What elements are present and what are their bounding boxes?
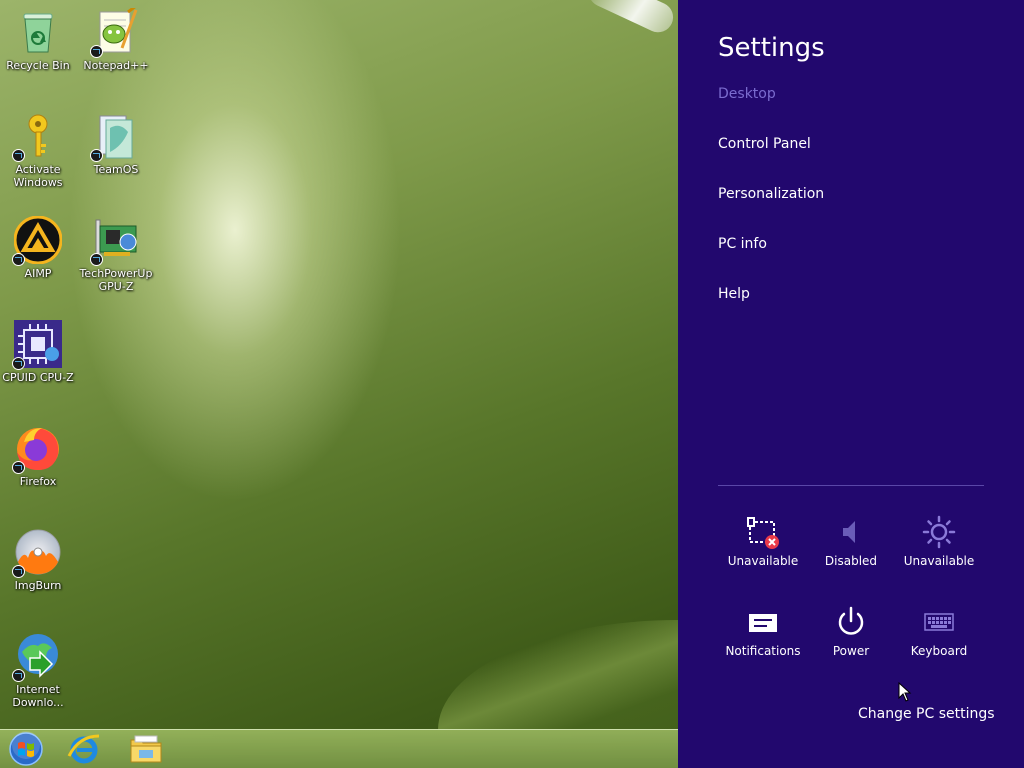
- gpu-z-icon: [90, 216, 140, 266]
- shortcut-arrow-icon: [90, 253, 103, 266]
- desktop-icon-label: Activate Windows: [13, 163, 63, 189]
- control-panel-link[interactable]: Control Panel: [718, 136, 811, 152]
- activate-windows-icon: [12, 112, 62, 162]
- desktop-icon-label: TeamOS: [93, 163, 139, 176]
- desktop-icon-label: Internet Downlo...: [12, 683, 64, 709]
- desktop-icon-firefox[interactable]: Firefox: [1, 424, 75, 488]
- brightness-icon: [919, 512, 959, 552]
- personalization-link[interactable]: Personalization: [718, 186, 824, 202]
- shortcut-arrow-icon: [12, 669, 25, 682]
- shortcut-arrow-icon: [90, 149, 103, 162]
- shortcut-arrow-icon: [12, 357, 25, 370]
- internet-explorer-icon[interactable]: [64, 732, 104, 766]
- change-pc-settings-link[interactable]: Change PC settings: [858, 706, 995, 722]
- firefox-icon: [12, 424, 62, 474]
- cpu-z-icon: [12, 320, 62, 370]
- screen: Recycle Bin Notepad++ Activate Windows T…: [0, 0, 1024, 768]
- desktop-icon-internet-download-manager[interactable]: Internet Downlo...: [1, 632, 75, 709]
- brightness-tile[interactable]: Unavailable: [895, 512, 983, 582]
- file-explorer-icon[interactable]: [126, 732, 166, 766]
- desktop-icon-aimp[interactable]: AIMP: [1, 215, 75, 280]
- pc-info-link[interactable]: PC info: [718, 236, 767, 252]
- notifications-tile-label: Notifications: [725, 644, 801, 658]
- network-tile[interactable]: Unavailable: [719, 512, 807, 582]
- desktop-icon-imgburn[interactable]: ImgBurn: [1, 528, 75, 592]
- desktop-icon-cpu-z[interactable]: CPUID CPU-Z: [1, 320, 75, 384]
- notifications-tile[interactable]: Notifications: [719, 602, 807, 672]
- power-tile[interactable]: Power: [807, 602, 895, 672]
- keyboard-tile-label: Keyboard: [910, 644, 968, 658]
- imgburn-icon: [12, 528, 62, 578]
- desktop-icon-label: Recycle Bin: [6, 59, 70, 72]
- shortcut-arrow-icon: [12, 253, 25, 266]
- teamos-icon: [90, 112, 140, 162]
- windows-logo-icon: [9, 731, 43, 766]
- keyboard-tile[interactable]: Keyboard: [895, 602, 983, 672]
- desktop-icon-gpu-z[interactable]: TechPowerUp GPU-Z: [79, 216, 153, 293]
- shortcut-arrow-icon: [12, 461, 25, 474]
- desktop-icon-notepad-plus-plus[interactable]: Notepad++: [79, 4, 153, 72]
- network-tile-label: Unavailable: [727, 554, 799, 568]
- internet-download-manager-icon: [12, 632, 62, 682]
- shortcut-arrow-icon: [12, 565, 25, 578]
- shortcut-arrow-icon: [12, 149, 25, 162]
- help-link[interactable]: Help: [718, 286, 750, 302]
- notepad-plus-plus-icon: [90, 4, 140, 58]
- desktop-icon-label: CPUID CPU-Z: [2, 371, 74, 384]
- desktop-icon-label: TechPowerUp GPU-Z: [79, 267, 153, 293]
- power-tile-label: Power: [832, 644, 870, 658]
- volume-disabled-icon: [831, 512, 871, 552]
- settings-section-desktop: Desktop: [718, 86, 776, 102]
- desktop-icon-label: Firefox: [19, 475, 57, 488]
- desktop-icon-teamos[interactable]: TeamOS: [79, 112, 153, 176]
- settings-charm-panel: Settings Desktop Control Panel Personali…: [678, 0, 1024, 768]
- volume-tile[interactable]: Disabled: [807, 512, 895, 582]
- desktop-icon-label: Notepad++: [83, 59, 149, 72]
- start-button[interactable]: [6, 731, 46, 766]
- mouse-cursor-icon: [898, 682, 912, 702]
- notifications-icon: [743, 602, 783, 642]
- wallpaper-waves: [438, 620, 678, 730]
- keyboard-icon: [919, 602, 959, 642]
- settings-divider: [718, 485, 984, 486]
- desktop[interactable]: Recycle Bin Notepad++ Activate Windows T…: [0, 0, 678, 768]
- power-icon: [831, 602, 871, 642]
- wallpaper-streak: [583, 0, 678, 38]
- taskbar[interactable]: [0, 729, 678, 768]
- network-unavailable-icon: [743, 512, 783, 552]
- recycle-bin-icon: [14, 8, 62, 56]
- brightness-tile-label: Unavailable: [903, 554, 975, 568]
- shortcut-arrow-icon: [90, 45, 103, 58]
- settings-title: Settings: [718, 33, 825, 63]
- desktop-icon-label: ImgBurn: [14, 579, 62, 592]
- desktop-icon-recycle-bin[interactable]: Recycle Bin: [1, 8, 75, 72]
- desktop-icon-activate-windows[interactable]: Activate Windows: [1, 112, 75, 189]
- aimp-icon: [12, 215, 63, 266]
- desktop-icon-label: AIMP: [24, 267, 52, 280]
- volume-tile-label: Disabled: [824, 554, 878, 568]
